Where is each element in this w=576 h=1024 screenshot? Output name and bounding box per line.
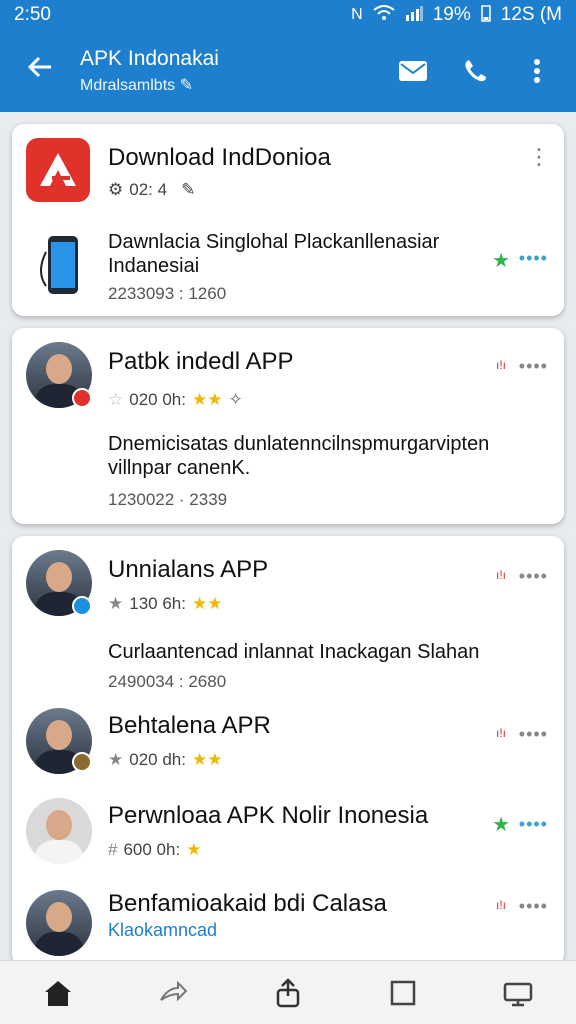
phone-thumbnail (34, 232, 92, 298)
status-right: N 19% 12S (M (351, 4, 562, 27)
list-item-description: Curlaantencad inlannat Inackagan Slahan (108, 641, 480, 663)
verified-badge-icon (72, 388, 92, 408)
list-item-more-button[interactable]: •••• (519, 724, 548, 745)
card-meta: ⚙ 02: 4 ✎ (108, 180, 195, 200)
smartphone-icon (40, 236, 78, 294)
item-timestamp: 2233093 : 1260 (108, 284, 227, 303)
list-item[interactable]: Behtalena APR ★ 020 dh: ★★ ı!ı •••• (12, 696, 564, 784)
list-item-meta-text: 600 0h: (123, 840, 181, 859)
post-description: Dnemicisatas dunlatenncilnspmurgarvipten… (108, 433, 490, 479)
feed-list: Download IndDonioa ⚙ 02: 4 ✎ ⋮ Dawnlacia… (12, 124, 564, 978)
tag-icon: ✎ (181, 180, 196, 199)
mail-button[interactable] (396, 54, 430, 88)
flag-icon: ı!ı (495, 568, 506, 582)
status-time: 2:50 (14, 4, 51, 25)
list-item-title: Perwnloaa APK Nolir Inonesia (108, 802, 429, 829)
overflow-menu-button[interactable] (520, 54, 554, 88)
card-post[interactable]: Patbk indedl APP ☆ 020 0h: ★★ ✧ ı!ı ••••… (12, 328, 564, 524)
star-gray-icon: ★ (108, 750, 124, 769)
post-timestamp: 1230022 · 2339 (108, 490, 228, 509)
rating-stars-icon: ★★ (191, 390, 223, 409)
list-item-meta: ★ 020 dh: ★★ (108, 750, 222, 770)
star-icon: ★ (492, 250, 510, 272)
list-item-meta-text: 020 dh: (129, 750, 186, 769)
nav-upload-button[interactable] (270, 975, 306, 1011)
list-item-title: Behtalena APR (108, 712, 271, 739)
signal-icon (405, 5, 423, 26)
app-title: APK Indonakai (80, 47, 219, 70)
list-item-meta: ★ 130 6h: ★★ (108, 594, 222, 614)
list-item-subtitle[interactable]: Klaokamncad (108, 920, 217, 941)
item-text: Dawnlacia Singlohal Plackanllenasiar Ind… (108, 231, 440, 277)
app-bar: APK Indonakai Mdralsamlbts ✎ (0, 30, 576, 112)
avatar (26, 798, 92, 864)
card-more-button[interactable]: ⋮ (528, 146, 550, 168)
arrow-left-icon (27, 56, 51, 77)
verified-badge-icon (72, 752, 92, 772)
status-clock: 12S (M (500, 4, 562, 25)
rating-extra-icon: ✧ (228, 390, 243, 409)
list-item-more-button[interactable]: •••• (519, 896, 548, 917)
home-icon (44, 980, 71, 1006)
rating-stars-icon: ★ (186, 840, 202, 859)
list-item[interactable]: Benfamioakaid bdi Calasa Klaokamncad ı!ı… (12, 882, 564, 966)
card-title: Download IndDonioa (108, 144, 331, 171)
card-meta-text: 02: 4 (129, 180, 168, 199)
wifi-icon (373, 4, 395, 26)
list-item[interactable]: Perwnloaa APK Nolir Inonesia # 600 0h: ★… (12, 784, 564, 882)
app-logo (26, 138, 90, 202)
battery-percent: 19% (432, 4, 471, 25)
star-gray-icon: ★ (108, 594, 124, 613)
app-subtitle-text: Mdralsamlbts (80, 77, 176, 94)
edit-icon: ✎ (179, 77, 193, 94)
rating-stars-icon: ★★ (191, 594, 223, 613)
flag-icon: ı!ı (495, 898, 506, 912)
card-list: Unnialans APP ★ 130 6h: ★★ ı!ı •••• Curl… (12, 536, 564, 966)
mail-icon (399, 61, 427, 81)
list-item-more-button[interactable]: •••• (519, 566, 548, 587)
phone-icon (465, 60, 486, 82)
forward-icon (159, 980, 188, 1001)
nav-share-button[interactable] (155, 975, 191, 1011)
list-item-more-button[interactable]: •••• (519, 814, 548, 835)
list-item-title: Benfamioakaid bdi Calasa (108, 890, 387, 917)
rating-stars-icon: ★★ (191, 750, 223, 769)
app-logo-icon (40, 153, 76, 186)
status-bar: 2:50 N 19% 12S (M (0, 0, 576, 30)
app-bar-actions (396, 54, 576, 88)
gear-icon: ⚙ (108, 180, 124, 199)
square-icon (390, 980, 416, 1005)
more-vert-icon (534, 59, 540, 83)
flag-icon: ı!ı (495, 726, 506, 740)
nav-cast-button[interactable] (500, 975, 536, 1011)
star-outline-icon: ☆ (108, 390, 124, 409)
app-subtitle: Mdralsamlbts ✎ (80, 75, 396, 95)
list-item[interactable]: Unnialans APP ★ 130 6h: ★★ ı!ı •••• Curl… (12, 536, 564, 696)
back-button[interactable] (0, 52, 80, 91)
list-item-meta-text: 130 6h: (129, 594, 186, 613)
phone-button[interactable] (458, 54, 492, 88)
list-item-meta: # 600 0h: ★ (108, 840, 201, 860)
card-download[interactable]: Download IndDonioa ⚙ 02: 4 ✎ ⋮ Dawnlacia… (12, 124, 564, 316)
star-green-icon: ★ (492, 814, 510, 836)
bottom-navigation (0, 960, 576, 1024)
nfc-icon: N (351, 6, 363, 23)
grid-icon: # (108, 840, 118, 859)
battery-icon (481, 4, 491, 27)
post-meta-text: 020 0h: (129, 390, 186, 409)
list-item-timestamp: 2490034 : 2680 (108, 672, 227, 691)
flag-icon: ı!ı (495, 358, 506, 372)
cast-icon (504, 982, 533, 1006)
verified-badge-icon (72, 596, 92, 616)
avatar (26, 890, 92, 956)
more-dots-icon[interactable]: •••• (519, 248, 548, 269)
post-title: Patbk indedl APP (108, 348, 294, 375)
post-meta: ☆ 020 0h: ★★ ✧ (108, 390, 243, 410)
list-item-title: Unnialans APP (108, 556, 269, 583)
nav-home-button[interactable] (40, 975, 76, 1011)
upload-icon (276, 977, 300, 1007)
post-more-button[interactable]: •••• (519, 356, 548, 377)
nav-tabs-button[interactable] (385, 975, 421, 1011)
app-bar-titles: APK Indonakai Mdralsamlbts ✎ (80, 47, 396, 95)
